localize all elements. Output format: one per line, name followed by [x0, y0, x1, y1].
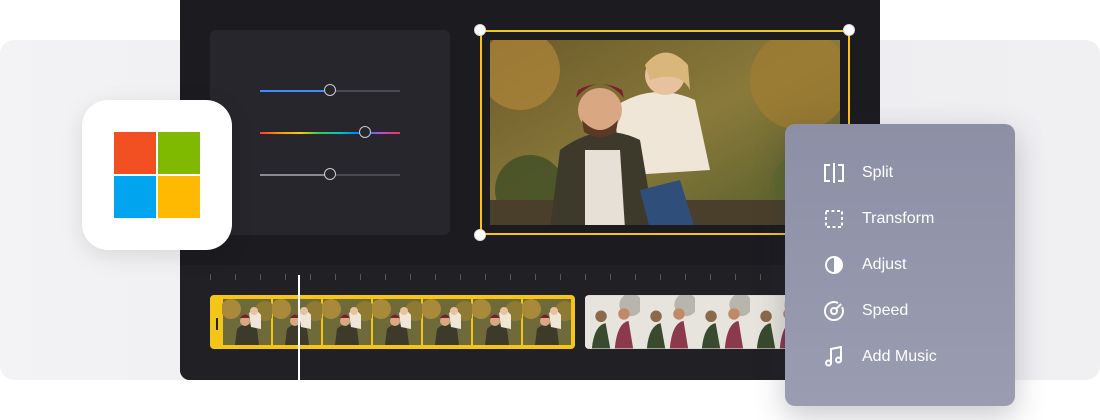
ruler-tick	[735, 274, 736, 280]
timeline	[180, 265, 880, 380]
slider-thumb[interactable]	[359, 126, 371, 138]
ruler-tick	[335, 274, 336, 280]
clip-thumbnail	[640, 295, 695, 349]
ruler-tick	[635, 274, 636, 280]
clip-thumbnail	[322, 299, 372, 345]
ruler-tick	[460, 274, 461, 280]
menu-item-adjust[interactable]: Adjust	[821, 250, 906, 280]
ruler-tick	[310, 274, 311, 280]
menu-item-label: Adjust	[862, 256, 907, 273]
ruler-tick	[360, 274, 361, 280]
clip-thumbnail	[272, 299, 322, 345]
app-logo-badge	[82, 100, 232, 250]
ruler-tick	[210, 274, 211, 280]
ruler-tick	[560, 274, 561, 280]
clip-thumbnail	[585, 295, 640, 349]
clip-thumbnail	[522, 299, 571, 345]
clip-thumbnail	[422, 299, 472, 345]
ruler-tick	[710, 274, 711, 280]
ruler-tick	[535, 274, 536, 280]
windows-logo-icon	[158, 176, 200, 218]
ruler-tick	[285, 274, 286, 280]
timeline-clip-selected[interactable]	[210, 295, 575, 349]
menu-item-speed[interactable]: Speed	[821, 296, 908, 326]
slider-thumb[interactable]	[324, 84, 336, 96]
clip-thumbnail	[695, 295, 750, 349]
music-note-icon	[821, 344, 847, 370]
split-icon	[821, 160, 847, 186]
speed-icon	[821, 298, 847, 324]
ruler-tick	[485, 274, 486, 280]
windows-logo-icon	[114, 176, 156, 218]
playhead[interactable]	[298, 275, 300, 380]
ruler-tick	[435, 274, 436, 280]
menu-item-label: Add Music	[862, 348, 937, 365]
ruler-tick	[260, 274, 261, 280]
clip-thumbnail	[472, 299, 522, 345]
menu-item-label: Speed	[862, 302, 909, 319]
ruler-tick	[235, 274, 236, 280]
menu-item-label: Split	[862, 164, 894, 181]
transform-icon	[821, 206, 847, 232]
resize-handle-top-left[interactable]	[474, 24, 486, 36]
menu-item-split[interactable]: Split	[821, 158, 893, 188]
slider-thumb[interactable]	[324, 168, 336, 180]
ruler-tick	[660, 274, 661, 280]
resize-handle-bottom-left[interactable]	[474, 229, 486, 241]
context-menu: Split Transform Adjust Speed Add Music	[785, 124, 1015, 406]
adjustment-panel	[210, 30, 450, 235]
ruler-tick	[510, 274, 511, 280]
menu-item-label: Transform	[862, 210, 935, 227]
menu-item-add-music[interactable]: Add Music	[821, 342, 937, 372]
ruler-tick	[385, 274, 386, 280]
adjust-icon	[821, 252, 847, 278]
ruler-tick	[585, 274, 586, 280]
clip-trim-handle-left[interactable]	[216, 318, 218, 330]
timeline-clip[interactable]	[585, 295, 795, 349]
windows-logo-icon	[158, 132, 200, 174]
ruler-tick	[685, 274, 686, 280]
ruler-tick	[410, 274, 411, 280]
video-editor-window	[180, 0, 880, 380]
slider-gray[interactable]	[260, 168, 400, 180]
windows-logo-icon	[114, 132, 156, 174]
clip-thumbnail	[222, 299, 272, 345]
slider-hue[interactable]	[260, 126, 400, 138]
menu-item-transform[interactable]: Transform	[821, 204, 934, 234]
clip-thumbnail	[372, 299, 422, 345]
slider-blue[interactable]	[260, 84, 400, 96]
ruler-tick	[760, 274, 761, 280]
resize-handle-top-right[interactable]	[843, 24, 855, 36]
ruler-tick	[610, 274, 611, 280]
